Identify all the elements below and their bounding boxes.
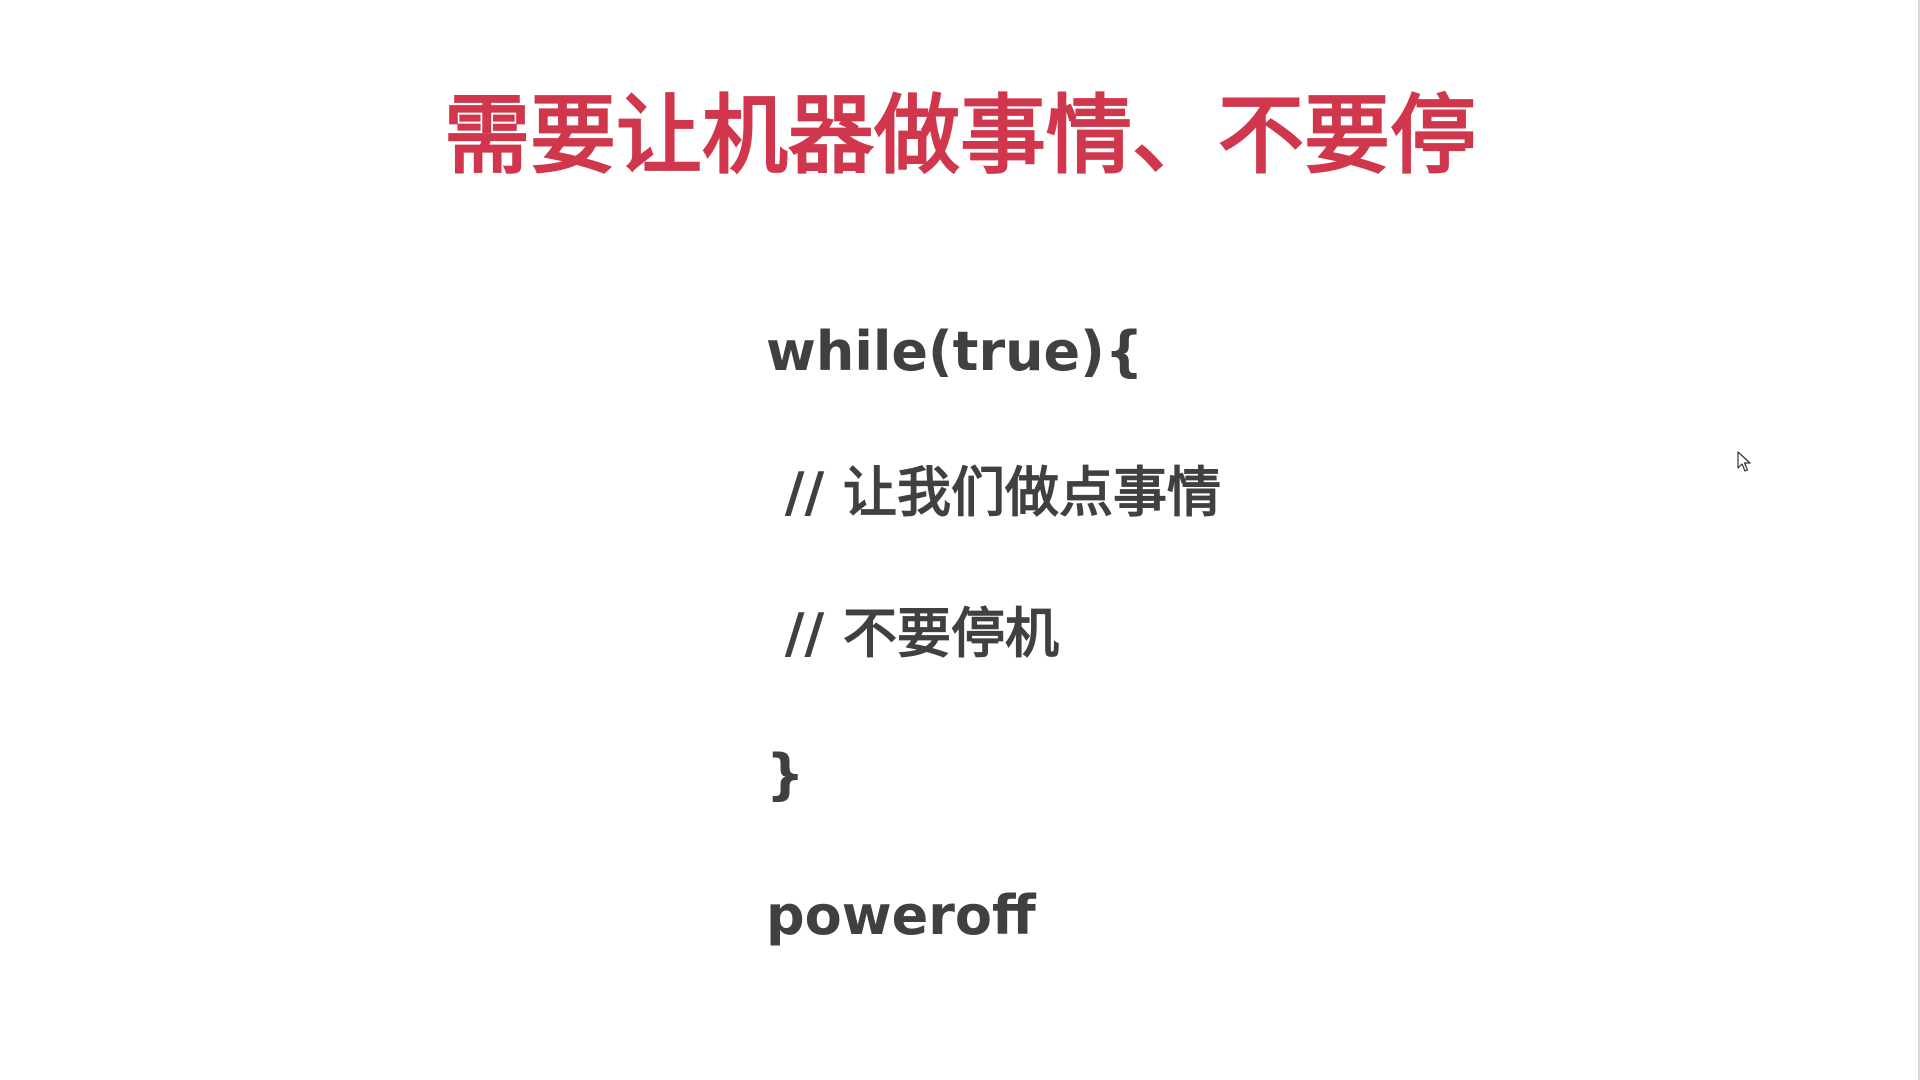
code-line-poweroff: poweroff [766,884,1036,947]
code-line-closing-brace: } [766,743,805,806]
code-line-comment-dont-stop: // 不要停机 [766,602,1060,665]
code-line-while: while(true){ [766,320,1144,383]
mouse-pointer-icon [1737,451,1751,472]
code-line-comment-do-something: // 让我们做点事情 [766,461,1222,524]
slide-title: 需要让机器做事情、不要停 [444,86,1476,186]
code-block: while(true){ // 让我们做点事情 // 不要停机 } powero… [766,312,1221,1017]
presentation-slide: 需要让机器做事情、不要停 while(true){ // 让我们做点事情 // … [0,0,1920,1080]
